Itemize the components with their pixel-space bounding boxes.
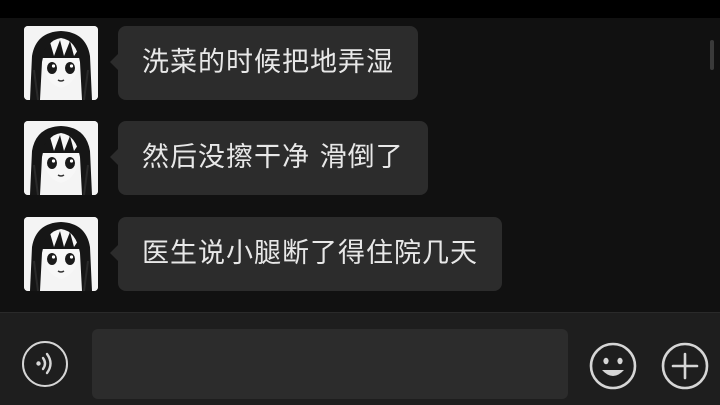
input-bar <box>0 312 720 405</box>
anime-girl-avatar-icon[interactable] <box>24 26 98 100</box>
message-bubble[interactable]: 洗菜的时候把地弄湿 <box>110 26 418 100</box>
top-bar <box>0 0 720 18</box>
emoji-smiley-icon[interactable] <box>588 341 638 391</box>
anime-girl-avatar-icon[interactable] <box>24 217 98 291</box>
message-list[interactable]: 洗菜的时候把地弄湿 然后没擦干净 滑倒了 医生说小腿断了得住院几天 <box>0 18 720 312</box>
message-bubble[interactable]: 医生说小腿断了得住院几天 <box>110 217 502 291</box>
anime-girl-avatar-icon[interactable] <box>24 121 98 195</box>
plus-icon[interactable] <box>660 341 710 391</box>
voice-input-icon[interactable] <box>22 341 68 387</box>
chat-screen: 洗菜的时候把地弄湿 然后没擦干净 滑倒了 医生说小腿断了得住院几天 <box>0 0 720 405</box>
scrollbar[interactable] <box>710 40 714 70</box>
message-input[interactable] <box>92 329 568 399</box>
message-bubble[interactable]: 然后没擦干净 滑倒了 <box>110 121 428 195</box>
